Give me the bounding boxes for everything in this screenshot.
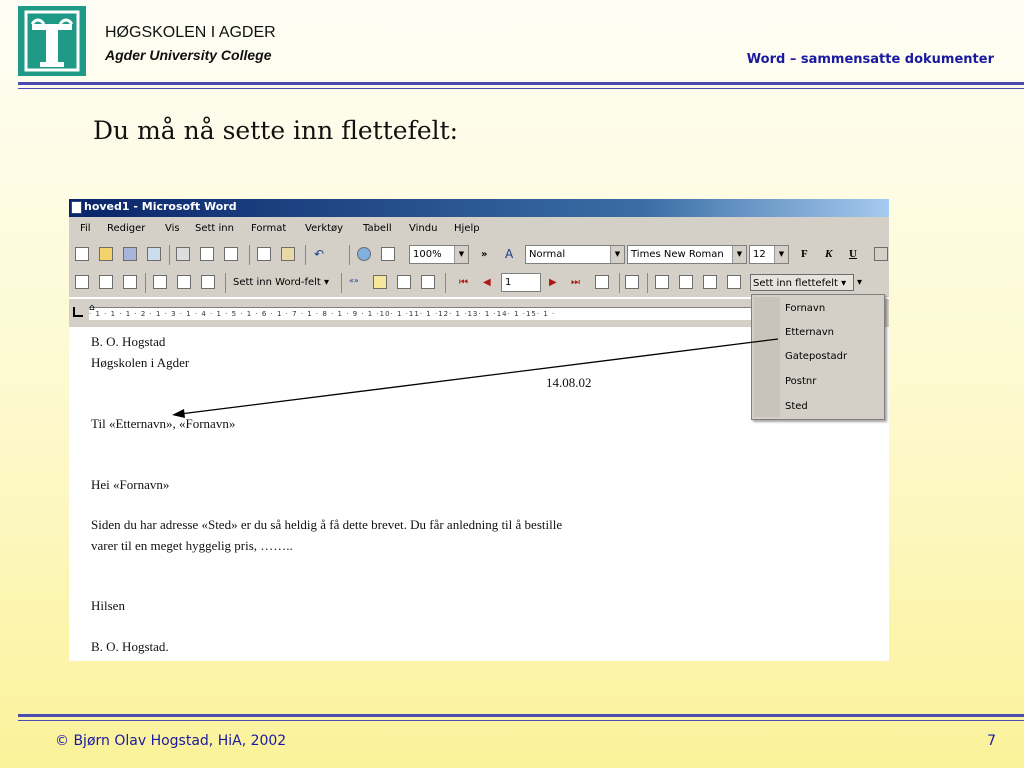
page-number: 7 (987, 733, 996, 749)
footer-rule-thin (18, 720, 1024, 721)
annotation-arrow (172, 338, 779, 418)
footer-rule-thick (18, 714, 1024, 717)
footer-copyright: © Bjørn Olav Hogstad, HiA, 2002 (55, 733, 287, 749)
